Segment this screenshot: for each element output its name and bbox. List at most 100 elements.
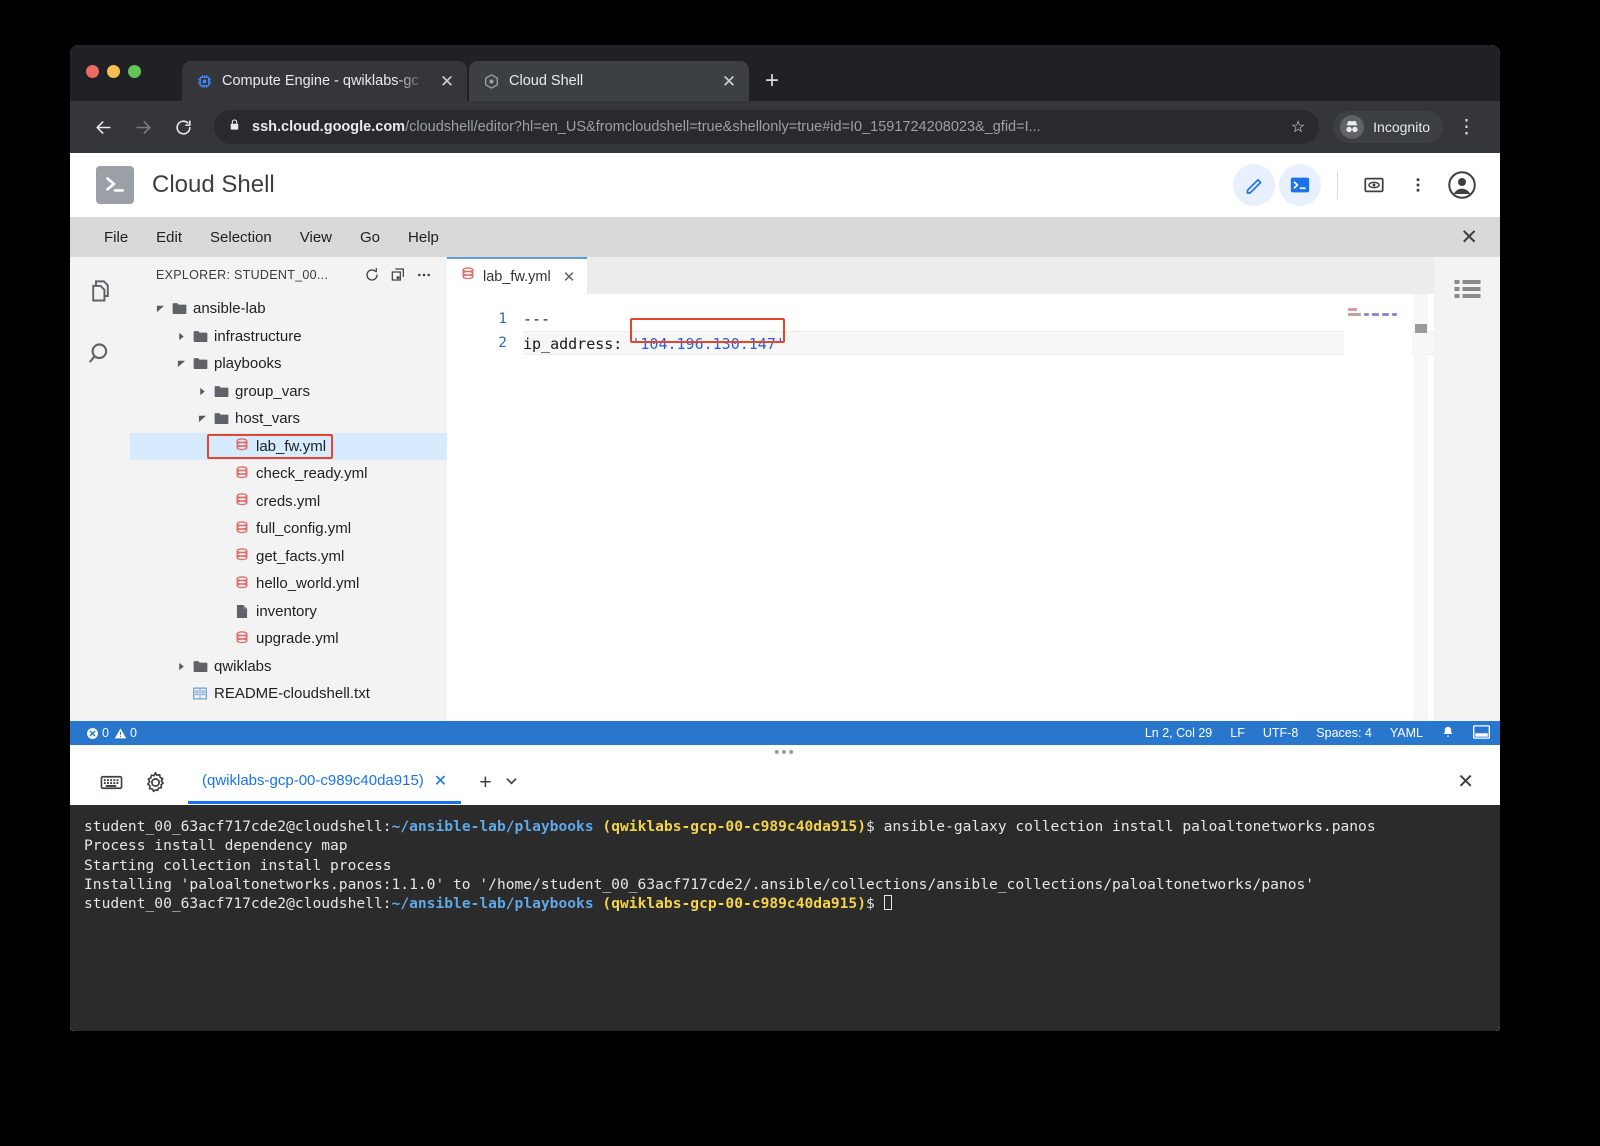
code-content[interactable]: --- ip_address: '104.196.130.147' [523, 294, 1434, 721]
tree-item-inventory[interactable]: inventory [130, 598, 447, 626]
tree-item-host-vars[interactable]: host_vars [130, 405, 447, 433]
search-icon[interactable] [80, 333, 120, 373]
page-title: Cloud Shell [152, 171, 275, 198]
close-tab-button[interactable]: ✕ [437, 73, 457, 90]
incognito-indicator[interactable]: Incognito [1333, 111, 1443, 143]
status-problems[interactable]: 0 0 [86, 726, 137, 740]
maximize-window-button[interactable] [128, 65, 141, 78]
bell-icon[interactable] [1441, 725, 1455, 742]
minimize-window-button[interactable] [107, 65, 120, 78]
status-line-ending[interactable]: LF [1230, 726, 1245, 740]
outline-list-icon[interactable] [1454, 279, 1481, 721]
keyboard-icon[interactable] [92, 763, 130, 801]
activity-bar [70, 257, 130, 721]
chevron-down-icon[interactable] [194, 414, 210, 423]
status-errors[interactable]: 0 [86, 726, 109, 740]
chevron-right-icon[interactable] [173, 662, 189, 671]
status-right: Ln 2, Col 29 LF UTF-8 Spaces: 4 YAML [1145, 724, 1490, 742]
more-actions-icon[interactable] [411, 262, 437, 288]
terminal-tab[interactable]: (qwiklabs-gcp-00-c989c40da915) ✕ [188, 760, 462, 804]
line-number: 1 [498, 311, 507, 327]
back-button[interactable] [86, 110, 120, 144]
menu-edit[interactable]: Edit [142, 217, 196, 257]
tree-item-full-config-yml[interactable]: full_config.yml [130, 515, 447, 543]
close-window-button[interactable] [86, 65, 99, 78]
web-preview-button[interactable] [1354, 165, 1394, 205]
tree-item-hello-world-yml[interactable]: hello_world.yml [130, 570, 447, 598]
more-vert-icon [1416, 178, 1420, 192]
account-button[interactable] [1442, 165, 1482, 205]
refresh-icon[interactable] [359, 262, 385, 288]
line-number-gutter: 1 2 [447, 294, 523, 721]
web-preview-icon [1364, 177, 1384, 193]
status-warnings[interactable]: 0 [114, 726, 137, 740]
terminal-output[interactable]: student_00_63acf717cde2@cloudshell:~/ans… [70, 805, 1500, 1031]
close-editor-button[interactable]: ✕ [1460, 227, 1478, 248]
editor-area: lab_fw.yml ✕ 1 2 --- ip_address: '104.19… [447, 257, 1434, 721]
terminal-cursor [883, 895, 892, 911]
folder-icon [210, 412, 232, 425]
settings-gear-icon[interactable] [136, 763, 174, 801]
chevron-right-icon[interactable] [194, 387, 210, 396]
tree-item-check-ready-yml[interactable]: check_ready.yml [130, 460, 447, 488]
reload-button[interactable] [166, 110, 200, 144]
close-editor-tab-button[interactable]: ✕ [563, 268, 576, 286]
more-options-button[interactable] [1398, 165, 1438, 205]
status-language-mode[interactable]: YAML [1390, 726, 1423, 740]
tree-item-upgrade-yml[interactable]: upgrade.yml [130, 625, 447, 653]
tree-item-lab-fw-yml[interactable]: lab_fw.yml [130, 432, 447, 460]
tree-item-label: infrastructure [214, 327, 302, 345]
menu-go[interactable]: Go [346, 217, 394, 257]
browser-tabs: Compute Engine - qwiklabs-gc ✕ Cloud She… [182, 45, 779, 101]
window-traffic-lights [86, 65, 141, 78]
terminal-command-line: student_00_63acf717cde2@cloudshell:~/ans… [84, 817, 1486, 836]
tree-item-group-vars[interactable]: group_vars [130, 378, 447, 406]
scrollbar-thumb[interactable] [1415, 324, 1427, 333]
menu-help[interactable]: Help [394, 217, 453, 257]
status-cursor-position[interactable]: Ln 2, Col 29 [1145, 726, 1212, 740]
bookmark-star-icon[interactable]: ☆ [1291, 117, 1305, 137]
add-terminal-tab-button[interactable]: + [479, 772, 491, 793]
menu-file[interactable]: File [90, 217, 142, 257]
new-tab-button[interactable]: + [765, 69, 779, 93]
account-circle-icon [1448, 171, 1476, 199]
menu-view[interactable]: View [286, 217, 346, 257]
tree-item-infrastructure[interactable]: infrastructure [130, 323, 447, 351]
tree-item-playbooks[interactable]: playbooks [130, 350, 447, 378]
editor-tab-lab-fw-yml[interactable]: lab_fw.yml ✕ [447, 257, 588, 294]
browser-tab-compute-engine[interactable]: Compute Engine - qwiklabs-gc ✕ [182, 61, 467, 101]
panel-toggle-icon[interactable] [1473, 724, 1490, 742]
terminal-prompt-project: (qwiklabs-gcp-00-c989c40da915) [602, 895, 867, 913]
menu-selection[interactable]: Selection [196, 217, 286, 257]
close-terminal-tab-button[interactable]: ✕ [434, 771, 447, 791]
tree-item-label: full_config.yml [256, 520, 352, 538]
chevron-down-icon[interactable] [152, 304, 168, 313]
tree-item-get-facts-yml[interactable]: get_facts.yml [130, 543, 447, 571]
tree-item-ansible-lab[interactable]: ansible-lab [130, 295, 447, 323]
close-tab-button[interactable]: ✕ [719, 73, 739, 90]
tree-item-readme-cloudshell-txt[interactable]: README-cloudshell.txt [130, 680, 447, 708]
cloud-shell-logo [96, 166, 134, 204]
warning-count: 0 [129, 726, 137, 740]
editor-scrollbar[interactable] [1414, 294, 1428, 721]
tree-item-creds-yml[interactable]: creds.yml [130, 488, 447, 516]
forward-button[interactable] [126, 110, 160, 144]
chevron-down-icon[interactable] [506, 777, 518, 787]
status-indentation[interactable]: Spaces: 4 [1316, 726, 1372, 740]
editor-minimap[interactable] [1344, 294, 1412, 721]
browser-menu-button[interactable]: ⋮ [1449, 118, 1484, 137]
explorer-icon[interactable] [80, 271, 120, 311]
chevron-right-icon[interactable] [173, 332, 189, 341]
pencil-icon [1246, 178, 1261, 194]
open-editor-button[interactable] [1233, 164, 1275, 206]
tree-item-qwiklabs[interactable]: qwiklabs [130, 653, 447, 681]
panel-resize-handle[interactable]: ••• [70, 744, 1500, 761]
address-bar[interactable]: ssh.cloud.google.com/cloudshell/editor?h… [214, 110, 1320, 144]
close-terminal-panel-button[interactable]: ✕ [1457, 772, 1474, 792]
code-editor[interactable]: 1 2 --- ip_address: '104.196.130.147' [447, 294, 1434, 721]
open-terminal-button[interactable] [1279, 164, 1321, 206]
new-file-icon[interactable] [385, 262, 411, 288]
browser-tab-cloud-shell[interactable]: Cloud Shell ✕ [469, 61, 749, 101]
status-encoding[interactable]: UTF-8 [1263, 726, 1298, 740]
chevron-down-icon[interactable] [173, 359, 189, 368]
